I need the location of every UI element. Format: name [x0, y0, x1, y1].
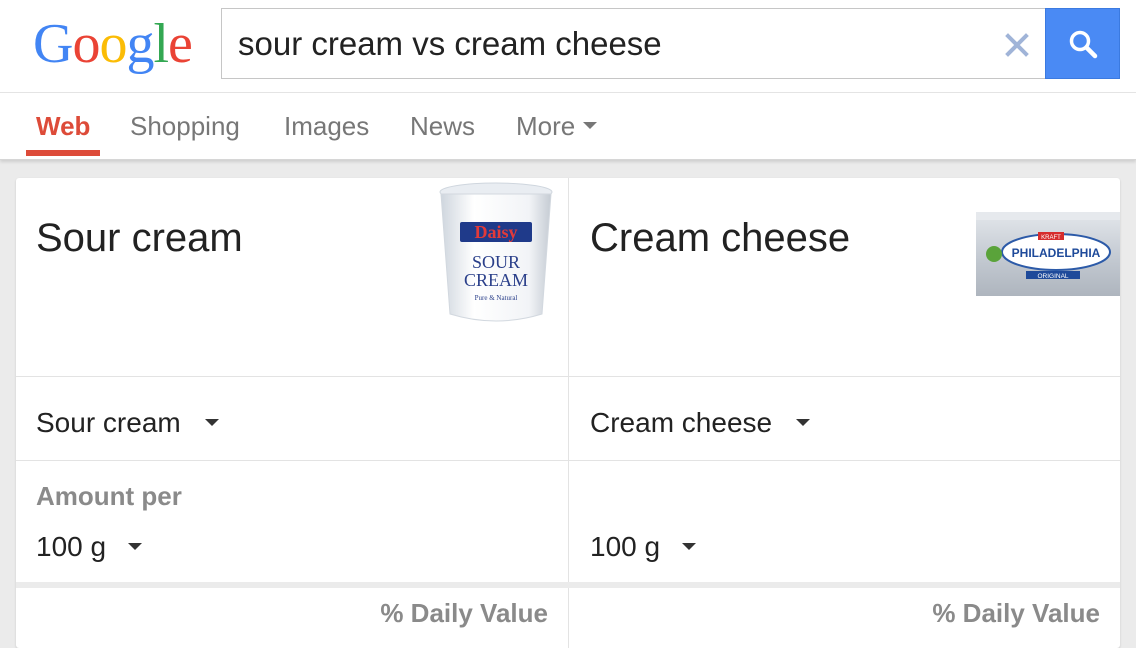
search-tabs: Web Shopping Images News More	[0, 93, 1136, 160]
logo-letter: g	[126, 13, 154, 75]
logo-letter: G	[33, 13, 73, 75]
food-select-left[interactable]: Sour cream	[36, 407, 219, 439]
sour-cream-product-image: Daisy SOUR CREAM Pure & Natural	[439, 182, 553, 322]
section-divider	[16, 582, 1120, 588]
food-select-right[interactable]: Cream cheese	[590, 407, 811, 439]
product-variant-right: ORIGINAL	[1037, 273, 1068, 280]
amount-per-label: Amount per	[36, 481, 182, 511]
amount-select-left[interactable]: 100 g	[36, 531, 143, 563]
amount-select-right-label: 100 g	[590, 531, 661, 562]
daily-value-header-left: % Daily Value	[380, 598, 548, 628]
logo-letter: e	[168, 13, 193, 75]
header: Google sour cream vs cream cheese	[0, 0, 1136, 93]
tab-shopping[interactable]: Shopping	[130, 111, 240, 142]
column-divider	[568, 178, 569, 648]
tab-more[interactable]: More	[516, 111, 598, 142]
search-icon	[1069, 30, 1098, 59]
product-tagline-left: Pure & Natural	[475, 294, 518, 302]
product-brand-left: Daisy	[474, 222, 517, 242]
food-title-left: Sour cream	[36, 216, 243, 260]
active-tab-indicator	[26, 150, 100, 156]
close-icon[interactable]	[1003, 31, 1031, 59]
nutrition-comparison-card: Sour cream Daisy SOUR CREAM Pure & Natur…	[16, 178, 1120, 648]
chevron-down-icon	[128, 543, 143, 551]
product-line1-left: SOUR	[472, 252, 520, 272]
daily-value-header-right: % Daily Value	[932, 598, 1100, 628]
search-query[interactable]: sour cream vs cream cheese	[238, 25, 662, 63]
tab-more-label: More	[516, 111, 576, 141]
product-tag-right: KRAFT	[1041, 235, 1061, 241]
chevron-down-icon	[204, 419, 219, 427]
chevron-down-icon	[682, 543, 697, 551]
food-select-left-label: Sour cream	[36, 407, 181, 438]
chevron-down-icon	[583, 121, 598, 129]
tab-images[interactable]: Images	[284, 111, 369, 142]
divider	[16, 376, 1120, 377]
tab-web[interactable]: Web	[36, 111, 90, 142]
product-brand-right: PHILADELPHIA	[1012, 246, 1101, 260]
amount-select-left-label: 100 g	[36, 531, 107, 562]
logo-letter: l	[153, 13, 169, 75]
cream-cheese-product-image: KRAFT PHILADELPHIA ORIGINAL	[976, 212, 1120, 296]
product-line2-left: CREAM	[464, 270, 528, 290]
amount-select-right[interactable]: 100 g	[590, 531, 697, 563]
chevron-down-icon	[796, 419, 811, 427]
logo-letter: o	[99, 13, 127, 75]
search-button[interactable]	[1045, 8, 1120, 79]
divider	[16, 460, 1120, 461]
google-logo[interactable]: Google	[33, 13, 193, 75]
tab-news[interactable]: News	[410, 111, 475, 142]
logo-letter: o	[72, 13, 100, 75]
search-input[interactable]: sour cream vs cream cheese	[221, 8, 1045, 79]
food-title-right: Cream cheese	[590, 216, 851, 260]
food-select-right-label: Cream cheese	[590, 407, 773, 438]
